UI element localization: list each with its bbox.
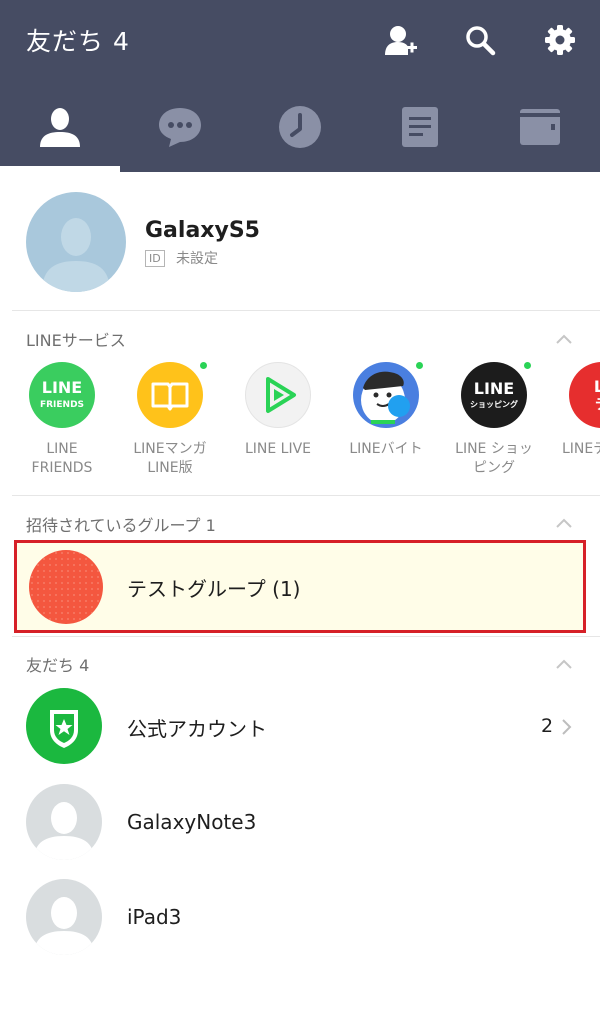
clock-icon	[279, 106, 321, 148]
profile-avatar[interactable]	[26, 192, 126, 292]
line-shopping-icon: LINE ショッピング	[461, 362, 527, 428]
group-avatar	[29, 550, 103, 624]
line-shopping-icon-text: LINE	[474, 379, 514, 398]
line-de-icon-subtext: デ	[595, 396, 600, 413]
line-de-icon: LI デ	[569, 362, 600, 428]
default-person-icon	[34, 802, 94, 860]
chat-bubble-icon	[159, 108, 201, 147]
profile-name[interactable]: GalaxyS5	[145, 218, 260, 243]
chevron-up-icon[interactable]	[554, 657, 574, 671]
line-friends-icon-subtext: FRIENDS	[40, 400, 84, 410]
line-shopping-icon-subtext: ショッピング	[470, 399, 518, 409]
id-badge: ID	[145, 250, 165, 267]
friend-avatar	[26, 879, 102, 955]
friend-name: iPad3	[127, 905, 182, 929]
id-status: 未設定	[176, 251, 218, 267]
friends-tab[interactable]	[0, 96, 120, 158]
line-de-icon-text: LI	[594, 377, 600, 396]
official-account-count: 2	[541, 715, 554, 737]
group-name: テストグループ (1)	[127, 577, 301, 601]
divider	[12, 495, 600, 496]
service-label: LINEバイト	[349, 441, 423, 457]
official-account-label: 公式アカウント	[127, 717, 267, 741]
section-title-friends: 友だち 4	[26, 656, 90, 675]
line-manga-icon	[137, 362, 203, 428]
service-label: LINEデ	[562, 441, 600, 457]
line-friends-icon: LINE FRIENDS	[29, 362, 95, 428]
app-header: 友だち 4	[0, 0, 600, 172]
chevron-right-icon	[562, 719, 572, 735]
section-title-line-services: LINEサービス	[26, 331, 126, 350]
chats-tab[interactable]	[120, 96, 240, 158]
section-title-invited-groups: 招待されているグループ 1	[26, 516, 216, 535]
official-account-icon	[26, 688, 102, 764]
friend-avatar	[26, 784, 102, 860]
news-tab[interactable]	[360, 96, 480, 158]
invited-group-row[interactable]: テストグループ (1)	[14, 540, 586, 633]
settings-gear-icon[interactable]	[540, 20, 580, 60]
wallet-tab[interactable]	[480, 96, 600, 158]
timeline-tab[interactable]	[240, 96, 360, 158]
line-live-icon	[245, 362, 311, 428]
service-label: LINE LIVE	[244, 441, 312, 457]
news-document-icon	[402, 107, 438, 147]
default-person-icon	[42, 218, 110, 292]
service-line-de[interactable]: LI デ LINEデ	[548, 362, 600, 482]
service-label: LINE FRIENDS	[31, 441, 93, 476]
page-title: 友だち 4	[26, 27, 130, 56]
chevron-up-icon[interactable]	[554, 516, 574, 530]
line-friends-icon-text: LINE	[42, 378, 82, 397]
divider	[12, 636, 600, 637]
new-badge-dot	[416, 362, 423, 369]
divider	[12, 310, 600, 311]
search-icon[interactable]	[460, 20, 500, 60]
add-friend-icon[interactable]	[380, 20, 420, 60]
line-baito-icon	[353, 362, 419, 428]
service-label: LINE ショッ ピング	[455, 441, 533, 476]
default-person-icon	[34, 897, 94, 955]
service-label: LINEマンガ LINE版	[133, 441, 207, 476]
person-icon	[40, 108, 80, 147]
new-badge-dot	[200, 362, 207, 369]
wallet-icon	[520, 109, 560, 145]
active-tab-indicator	[0, 166, 120, 172]
new-badge-dot	[524, 362, 531, 369]
friend-name: GalaxyNote3	[127, 810, 257, 834]
chevron-up-icon[interactable]	[554, 332, 574, 346]
